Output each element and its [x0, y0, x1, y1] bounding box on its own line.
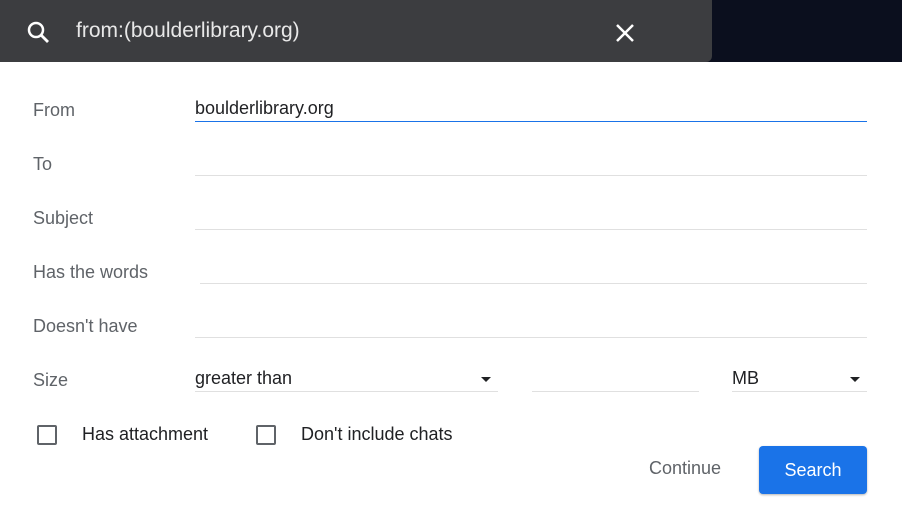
doesnt-have-label: Doesn't have	[33, 316, 138, 336]
search-button[interactable]: Search	[759, 446, 867, 494]
size-unit-select[interactable]: MB	[732, 368, 867, 392]
from-input[interactable]: boulderlibrary.org	[195, 98, 867, 122]
from-label: From	[33, 100, 75, 120]
subject-label: Subject	[33, 208, 94, 228]
size-operator-value: greater than	[195, 368, 293, 388]
search-box[interactable]: from:(boulderlibrary.org)	[0, 0, 712, 62]
doesnt-have-input[interactable]	[195, 314, 867, 338]
dropdown-arrow-icon	[850, 377, 860, 382]
size-operator-select[interactable]: greater than	[195, 368, 498, 392]
has-attachment-label[interactable]: Has attachment	[82, 424, 208, 445]
to-input[interactable]	[195, 152, 867, 176]
has-words-label: Has the words	[33, 262, 149, 282]
size-label: Size	[33, 370, 69, 390]
search-query[interactable]: from:(boulderlibrary.org)	[76, 19, 300, 43]
search-icon[interactable]	[26, 20, 50, 44]
dropdown-arrow-icon	[481, 377, 491, 382]
to-label: To	[33, 154, 53, 174]
subject-input[interactable]	[195, 206, 867, 230]
top-bar: from:(boulderlibrary.org)	[0, 0, 902, 62]
size-unit-value: MB	[732, 368, 759, 388]
has-words-input[interactable]	[200, 260, 867, 284]
continue-button[interactable]: Continue	[630, 458, 740, 479]
dont-include-chats-checkbox[interactable]	[256, 425, 276, 445]
close-icon[interactable]	[612, 20, 638, 46]
size-value-input[interactable]	[532, 368, 699, 392]
dont-include-chats-label[interactable]: Don't include chats	[301, 424, 453, 445]
has-attachment-checkbox[interactable]	[37, 425, 57, 445]
